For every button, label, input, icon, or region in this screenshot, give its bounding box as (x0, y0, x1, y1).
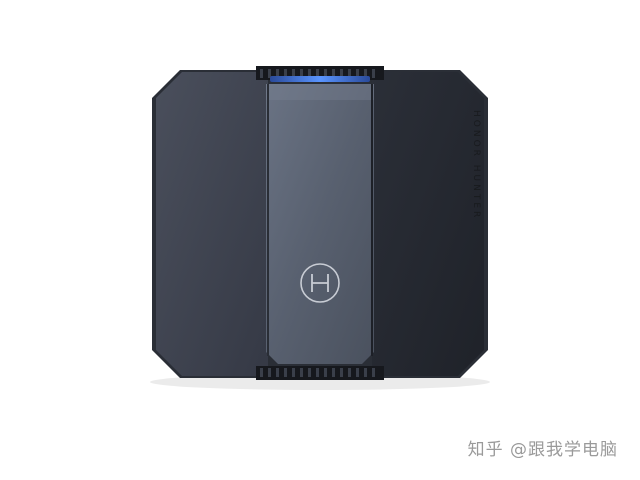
bottom-vent-slats (260, 368, 375, 377)
center-panel (266, 84, 374, 364)
status-led (270, 76, 370, 82)
watermark-text: 知乎 @跟我学电脑 (467, 440, 618, 460)
brand-label: HONOR HUNTER (471, 110, 481, 221)
left-side-panel (156, 72, 268, 376)
product-photo: HONOR HUNTER 知乎 @跟我学电脑 (0, 0, 640, 480)
center-panel-highlight (266, 84, 374, 100)
router-illustration (150, 66, 490, 390)
